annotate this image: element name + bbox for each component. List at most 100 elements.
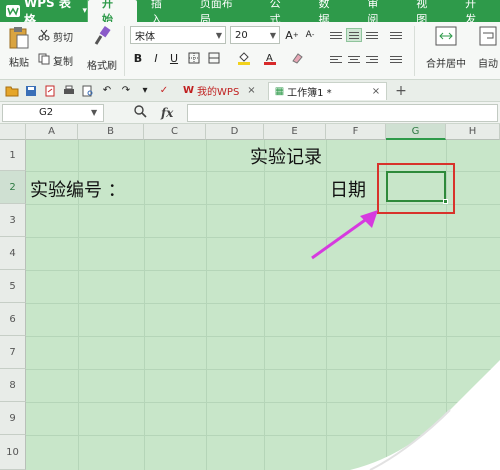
tab-review[interactable]: 审阅: [353, 0, 402, 26]
spreadsheet-grid[interactable]: A B C D E F G H 1 2 3 4 5 6 7 8 9 10 实验记…: [0, 124, 500, 470]
font-color-icon[interactable]: A: [262, 50, 278, 66]
tab-insert[interactable]: 插入: [137, 0, 186, 26]
cell-experiment-number-label[interactable]: 实验编号 ：: [30, 176, 126, 202]
font-size-select[interactable]: 20 ▼: [230, 26, 280, 44]
row-header-6[interactable]: 6: [0, 303, 26, 336]
cut-label: 剪切: [53, 32, 73, 44]
name-box[interactable]: G2 ▼: [2, 103, 104, 122]
column-header-g[interactable]: G: [386, 124, 446, 140]
column-header-f[interactable]: F: [326, 124, 386, 140]
close-icon[interactable]: ×: [372, 86, 380, 97]
zoom-icon[interactable]: [134, 104, 147, 121]
font-name-value: 宋体: [135, 31, 155, 43]
tab-my-wps-label: 我的WPS: [197, 87, 240, 98]
cell-date-label[interactable]: 日期: [330, 176, 366, 202]
row-header-9[interactable]: 9: [0, 402, 26, 435]
tab-page-layout[interactable]: 页面布局: [186, 0, 256, 26]
column-header-b[interactable]: B: [78, 124, 144, 140]
chevron-down-icon: ▾: [82, 6, 87, 16]
align-left-icon[interactable]: [328, 52, 344, 66]
insert-function-button[interactable]: fx: [161, 106, 173, 120]
row-header-5[interactable]: 5: [0, 270, 26, 303]
grid-line: [26, 303, 500, 304]
grid-line: [26, 270, 500, 271]
ribbon-divider: [124, 26, 125, 76]
chevron-down-icon: ▼: [269, 30, 277, 40]
align-middle-icon[interactable]: [346, 28, 362, 42]
row-header-8[interactable]: 8: [0, 369, 26, 402]
export-pdf-icon[interactable]: [43, 84, 57, 98]
decrease-font-icon[interactable]: A-: [302, 27, 318, 43]
cut-button[interactable]: 剪切: [38, 28, 73, 44]
formula-bar: G2 ▼ fx: [0, 102, 500, 124]
column-header-e[interactable]: E: [264, 124, 326, 140]
align-top-icon[interactable]: [328, 28, 344, 42]
column-header-h[interactable]: H: [446, 124, 500, 140]
justify-icon[interactable]: [388, 52, 404, 66]
auto-wrap-label: 自动: [478, 59, 498, 70]
row-header-10[interactable]: 10: [0, 435, 26, 470]
print-icon[interactable]: [62, 84, 76, 98]
tab-data[interactable]: 数据: [304, 0, 353, 26]
ribbon-tabs: 开始 插入 页面布局 公式 数据 审阅 视图 开发: [88, 0, 500, 26]
row-header-2[interactable]: 2: [0, 171, 26, 204]
tab-developer[interactable]: 开发: [451, 0, 500, 26]
column-header-c[interactable]: C: [144, 124, 206, 140]
chevron-down-icon[interactable]: ▾: [138, 84, 152, 98]
highlight-box: [377, 163, 455, 214]
column-header-a[interactable]: A: [26, 124, 78, 140]
paste-button[interactable]: 粘贴: [4, 26, 34, 76]
close-icon[interactable]: ×: [247, 85, 255, 96]
select-all-corner[interactable]: [0, 124, 26, 140]
clear-format-icon[interactable]: [290, 50, 306, 66]
quick-access-bar: ↶ ↷ ▾ ✓ W 我的WPS × ▦ 工作簿1 * × +: [0, 80, 500, 102]
new-tab-icon[interactable]: +: [395, 83, 407, 99]
tab-workbook[interactable]: ▦ 工作簿1 * ×: [267, 81, 388, 100]
undo-icon[interactable]: ↶: [100, 84, 114, 98]
row-header-7[interactable]: 7: [0, 336, 26, 369]
row-header-1[interactable]: 1: [0, 140, 26, 171]
copy-label: 复制: [53, 56, 73, 68]
align-bottom-icon[interactable]: [364, 28, 380, 42]
save-icon[interactable]: [24, 84, 38, 98]
increase-font-icon[interactable]: A +: [284, 27, 300, 43]
column-header-d[interactable]: D: [206, 124, 264, 140]
underline-button[interactable]: U: [166, 50, 182, 66]
ribbon-divider: [414, 26, 415, 76]
cell-title[interactable]: 实验记录: [250, 143, 322, 169]
font-name-select[interactable]: 宋体 ▼: [130, 26, 226, 44]
merge-cells-icon[interactable]: [206, 50, 222, 66]
merge-center-button[interactable]: 合并居中: [424, 26, 468, 76]
folder-icon[interactable]: [5, 84, 19, 98]
tab-home[interactable]: 开始: [88, 0, 137, 26]
grid-line: [144, 140, 145, 470]
font-size-value: 20: [235, 29, 248, 41]
row-header-3[interactable]: 3: [0, 204, 26, 237]
check-icon: ✓: [159, 85, 169, 96]
format-painter-button[interactable]: 格式刷: [84, 26, 120, 76]
italic-button[interactable]: I: [148, 50, 164, 66]
tab-view[interactable]: 视图: [402, 0, 451, 26]
formula-input[interactable]: [187, 103, 498, 122]
tab-my-wps[interactable]: W 我的WPS ×: [177, 82, 262, 100]
chevron-down-icon: ▼: [215, 30, 223, 40]
chevron-down-icon: ▼: [91, 108, 98, 117]
merge-center-label: 合并居中: [426, 59, 466, 70]
align-right-icon[interactable]: [364, 52, 380, 66]
align-center-icon[interactable]: [346, 52, 362, 66]
row-header-4[interactable]: 4: [0, 237, 26, 270]
format-painter-label: 格式刷: [87, 61, 117, 72]
wps-logo-icon: [6, 5, 20, 17]
auto-wrap-button[interactable]: 自动: [476, 26, 500, 76]
orientation-icon[interactable]: [388, 28, 404, 42]
app-menu-button[interactable]: WPS 表格 ▾: [0, 0, 88, 27]
tab-formulas[interactable]: 公式: [256, 0, 305, 26]
wrap-icon: [479, 26, 497, 49]
fill-color-icon[interactable]: [236, 50, 252, 66]
bold-button[interactable]: B: [130, 50, 146, 66]
copy-button[interactable]: 复制: [38, 52, 73, 68]
merge-center-icon: [435, 26, 457, 49]
border-icon[interactable]: [186, 50, 202, 66]
redo-icon[interactable]: ↷: [119, 84, 133, 98]
print-preview-icon[interactable]: [81, 84, 95, 98]
